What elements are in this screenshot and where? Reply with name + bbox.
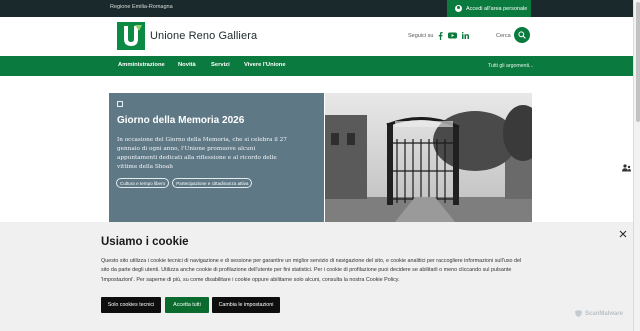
search-label: Cerca — [496, 33, 511, 39]
all-topics-link[interactable]: Tutti gli argomenti... — [488, 63, 533, 69]
watermark-text: ScanMalware — [585, 310, 624, 317]
hero: Giorno della Memoria 2026 In occasione d… — [109, 93, 532, 222]
accessibility-button[interactable] — [620, 161, 633, 175]
user-icon — [455, 5, 462, 12]
login-label: Accedi all'area personale — [466, 5, 528, 12]
accept-all-button[interactable]: Accetta tutti — [165, 297, 209, 313]
watermark: ScanMalware — [575, 310, 623, 317]
nav-item-servizi[interactable]: Servizi — [211, 62, 230, 68]
tag-cultura[interactable]: Cultura e tempo libero — [116, 178, 170, 188]
search-button[interactable] — [514, 27, 530, 43]
change-settings-button[interactable]: Cambia le impostazioni — [212, 297, 280, 313]
facebook-icon[interactable] — [436, 31, 445, 40]
hero-image — [325, 93, 532, 222]
site-title[interactable]: Unione Reno Galliera — [150, 30, 257, 42]
cookie-text: Questo sito utilizza i cookie tecnici di… — [101, 258, 522, 283]
search-icon — [518, 31, 526, 39]
tag-partecipazione[interactable]: Partecipazione e cittadinanza attiva — [172, 178, 253, 188]
users-icon — [622, 164, 631, 172]
nav-item-novita[interactable]: Novità — [178, 62, 196, 68]
linkedin-icon[interactable] — [461, 31, 470, 40]
youtube-icon[interactable] — [448, 31, 457, 40]
hero-tags: Cultura e tempo libero Partecipazione e … — [116, 178, 253, 188]
shield-icon — [575, 310, 582, 317]
scrollbar-thumb[interactable] — [635, 2, 640, 122]
top-bar: Regione Emilia-Romagna Accedi all'area p… — [0, 0, 633, 17]
close-icon[interactable] — [619, 230, 627, 238]
hero-title[interactable]: Giorno della Memoria 2026 — [117, 115, 244, 126]
cookie-banner: Usiamo i cookie Questo sito utilizza i c… — [0, 222, 633, 331]
login-button[interactable]: Accedi all'area personale — [447, 0, 531, 17]
nav-item-vivere-unione[interactable]: Vivere l'Unione — [244, 62, 286, 68]
main-nav: Amministrazione Novità Servizi Vivere l'… — [0, 56, 633, 76]
region-link[interactable]: Regione Emilia-Romagna — [110, 4, 173, 10]
hero-card[interactable]: Giorno della Memoria 2026 In occasione d… — [109, 93, 324, 222]
scrollbar[interactable] — [633, 0, 640, 331]
cookie-title: Usiamo i cookie — [101, 236, 189, 248]
follow-label: Seguici su — [408, 33, 434, 39]
site-logo[interactable] — [117, 22, 145, 50]
nav-item-amministrazione[interactable]: Amministrazione — [118, 62, 165, 68]
header: Unione Reno Galliera Seguici su Cerca — [0, 17, 633, 56]
hero-body: In occasione del Giorno della Memoria, c… — [117, 137, 287, 170]
calendar-icon — [117, 101, 123, 107]
technical-cookies-button[interactable]: Solo cookies tecnici — [101, 297, 161, 313]
